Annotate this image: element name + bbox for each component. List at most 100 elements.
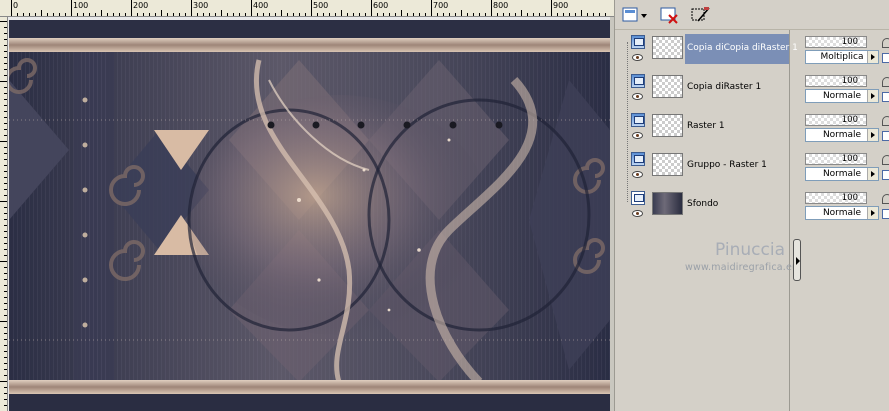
lock-icon[interactable] <box>882 38 889 48</box>
new-layer-button[interactable] <box>621 5 649 25</box>
artwork <box>9 20 610 411</box>
layer-thumbnail[interactable] <box>652 36 683 59</box>
ruler-minor-tick <box>593 13 594 16</box>
layer-raster-icon[interactable] <box>631 74 645 88</box>
layer-raster-icon[interactable] <box>631 35 645 49</box>
ruler-minor-tick <box>227 13 228 16</box>
ruler-minor-tick <box>215 13 216 16</box>
edit-selection-button[interactable] <box>689 5 713 25</box>
layer-row[interactable]: Raster 1 <box>629 109 789 146</box>
panel-collapse-handle[interactable] <box>793 239 801 281</box>
lock-icon[interactable] <box>882 155 889 165</box>
ruler-minor-tick <box>17 13 18 16</box>
mask-icon[interactable] <box>882 131 889 141</box>
ruler-minor-tick <box>0 141 7 142</box>
mask-icon[interactable] <box>882 170 889 180</box>
ruler-major-tick <box>131 0 132 16</box>
layer-row[interactable]: Sfondo <box>629 187 789 224</box>
blend-mode-select[interactable]: Normale <box>805 89 879 103</box>
visibility-eye-icon[interactable] <box>632 54 643 61</box>
ruler-minor-tick <box>197 13 198 16</box>
canvas-image[interactable] <box>9 20 610 411</box>
layer-blend-controls: 100 Normale <box>805 190 889 227</box>
opacity-value: 100 <box>841 193 858 203</box>
dropdown-arrow-icon[interactable] <box>867 168 878 180</box>
layer-row[interactable]: Copia diCopia diRaster 1 <box>629 31 798 68</box>
opacity-slider[interactable]: 100 <box>805 114 867 126</box>
layer-blend-controls: 100 Normale <box>805 73 889 110</box>
blend-mode-select[interactable]: Moltiplica <box>805 50 879 64</box>
opacity-slider[interactable]: 100 <box>805 153 867 165</box>
ruler-label: 800 <box>493 1 509 10</box>
layer-raster-icon[interactable] <box>631 113 645 127</box>
ruler-minor-tick <box>299 13 300 16</box>
ruler-minor-tick <box>4 387 7 388</box>
ruler-minor-tick <box>383 13 384 16</box>
ruler-minor-tick <box>4 405 7 406</box>
ruler-minor-tick <box>4 51 7 52</box>
layer-thumbnail[interactable] <box>652 75 683 98</box>
opacity-slider[interactable]: 100 <box>805 36 867 48</box>
dropdown-arrow-icon[interactable] <box>867 90 878 102</box>
visibility-eye-icon[interactable] <box>632 93 643 100</box>
ruler-minor-tick <box>575 13 576 16</box>
layer-row[interactable]: Gruppo - Raster 1 <box>629 148 789 185</box>
ruler-minor-tick <box>4 357 7 358</box>
ruler-minor-tick <box>4 327 7 328</box>
layer-row[interactable]: Copia diRaster 1 <box>629 70 789 107</box>
delete-layer-button[interactable] <box>659 5 681 25</box>
opacity-slider[interactable]: 100 <box>805 192 867 204</box>
ruler-minor-tick <box>4 399 7 400</box>
visibility-eye-icon[interactable] <box>632 132 643 139</box>
blend-mode-select[interactable]: Normale <box>805 128 879 142</box>
lock-icon[interactable] <box>882 194 889 204</box>
ruler-minor-tick <box>4 345 7 346</box>
ruler-label: 100 <box>73 1 89 10</box>
ruler-minor-tick <box>4 33 7 34</box>
mask-icon[interactable] <box>882 209 889 219</box>
blend-mode-value: Normale <box>822 169 862 179</box>
ruler-minor-tick <box>4 39 7 40</box>
ruler-minor-tick <box>83 13 84 16</box>
blend-mode-select[interactable]: Normale <box>805 167 879 181</box>
visibility-eye-icon[interactable] <box>632 171 643 178</box>
ruler-minor-tick <box>467 13 468 16</box>
dropdown-arrow-icon[interactable] <box>867 207 878 219</box>
ruler-minor-tick <box>4 297 7 298</box>
ruler-minor-tick <box>437 13 438 16</box>
lock-icon[interactable] <box>882 116 889 126</box>
canvas-area[interactable]: 0 100 200 300 400 500 600 700 800 900 <box>0 0 614 411</box>
ruler-minor-tick <box>4 117 7 118</box>
ruler-minor-tick <box>365 13 366 16</box>
ruler-major-tick <box>491 0 492 16</box>
ruler-minor-tick <box>4 375 7 376</box>
ruler-minor-tick <box>347 13 348 16</box>
ruler-minor-tick <box>473 13 474 16</box>
ruler-minor-tick <box>0 321 7 322</box>
visibility-eye-icon[interactable] <box>632 210 643 217</box>
ruler-minor-tick <box>599 13 600 16</box>
ruler-minor-tick <box>509 13 510 16</box>
ruler-minor-tick <box>353 13 354 16</box>
ruler-minor-tick <box>4 285 7 286</box>
ruler-minor-tick <box>461 10 462 16</box>
layer-thumbnail[interactable] <box>652 192 683 215</box>
mask-icon[interactable] <box>882 92 889 102</box>
dropdown-arrow-icon[interactable] <box>867 51 878 63</box>
opacity-value: 100 <box>841 37 858 47</box>
layer-background-icon[interactable] <box>631 191 645 205</box>
ruler-minor-tick <box>4 93 7 94</box>
opacity-slider[interactable]: 100 <box>805 75 867 87</box>
layer-thumbnail[interactable] <box>652 153 683 176</box>
ruler-minor-tick <box>455 13 456 16</box>
layer-group-icon[interactable] <box>631 152 645 166</box>
dropdown-arrow-icon[interactable] <box>867 129 878 141</box>
panel-divider[interactable] <box>789 30 790 411</box>
ruler-minor-tick <box>143 13 144 16</box>
mask-icon[interactable] <box>882 53 889 63</box>
lock-icon[interactable] <box>882 77 889 87</box>
ruler-minor-tick <box>419 13 420 16</box>
layer-thumbnail[interactable] <box>652 114 683 137</box>
blend-mode-select[interactable]: Normale <box>805 206 879 220</box>
ruler-minor-tick <box>539 13 540 16</box>
